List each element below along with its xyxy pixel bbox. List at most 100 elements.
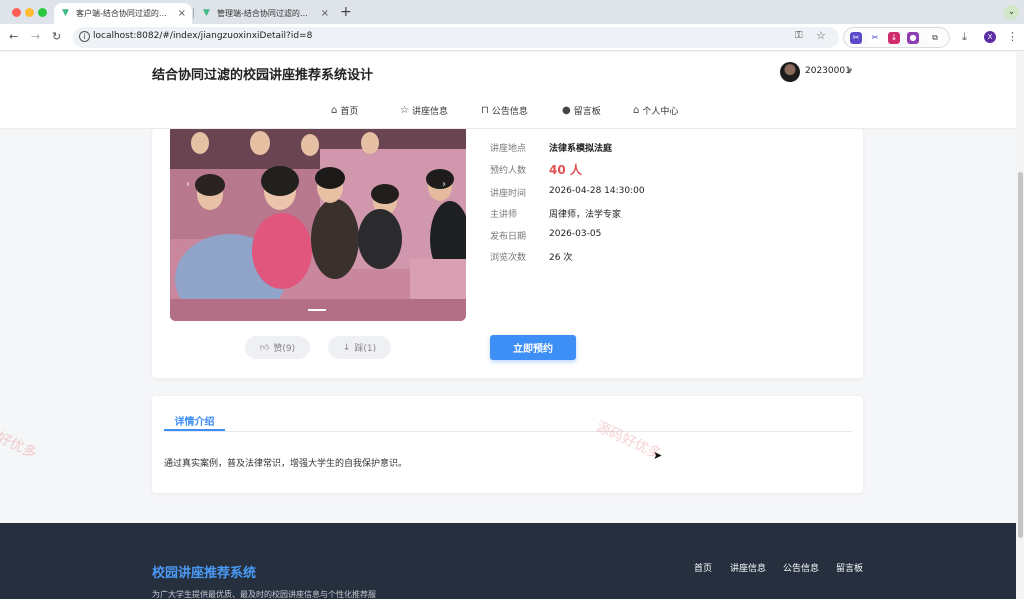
menu-kebab-icon[interactable]: ⋮ <box>1007 30 1018 43</box>
info-label: 主讲师 <box>490 210 518 220</box>
forward-arrow-icon[interactable]: → <box>31 30 40 43</box>
info-row-location: 讲座地点 法律系模拟法庭 <box>490 141 612 154</box>
site-info-icon[interactable]: i <box>79 31 90 42</box>
reserve-button[interactable]: 立即预约 <box>490 335 576 360</box>
page-scrollbar[interactable] <box>1016 52 1024 599</box>
bookmark-star-icon[interactable]: ☆ <box>816 29 826 42</box>
puzzle-extension-icon[interactable]: ⧉ <box>929 32 941 44</box>
address-bar[interactable]: i localhost:8082/#/index/jiangzuoxinxiDe… <box>73 27 839 48</box>
username[interactable]: 20230001 <box>805 66 851 76</box>
tab-title: 管理端-结合协同过滤的校园讲座推荐系统设计 <box>217 9 316 18</box>
download-extension-icon[interactable]: ↓ <box>888 32 900 44</box>
vue-logo-icon: ▼ <box>62 8 69 18</box>
reload-icon[interactable]: ↻ <box>52 30 61 43</box>
footer-link-notices[interactable]: 公告信息 <box>783 561 819 574</box>
page-viewport: 结合协同过滤的校园讲座推荐系统设计 20230001 ▼ ⌂ 首页 ☆ 讲座信息… <box>0 52 1016 599</box>
new-tab-icon[interactable]: + <box>340 4 352 20</box>
bag-icon: ⊓ <box>481 105 489 116</box>
detail-card: 详情介绍 通过真实案例，普及法律常识，增强大学生的自我保护意识。 <box>152 396 863 493</box>
nav-item-label: 公告信息 <box>491 107 528 117</box>
avatar-extension-icon[interactable]: ● <box>907 32 919 44</box>
info-value: 法律系模拟法庭 <box>549 144 613 154</box>
caret-down-icon[interactable]: ▼ <box>847 67 852 75</box>
nav-item-home[interactable]: ⌂ 首页 <box>331 104 358 117</box>
info-row-time: 讲座时间 2026-04-28 14:30:00 <box>490 186 645 199</box>
lecture-detail-card: ‹ › 讲座地点 法律系模拟法庭 预约人数 40 人 讲座时间 2026-04-… <box>152 129 863 378</box>
footer-description: 为广大学生提供最优质、最及时的校园讲座信息与个性化推荐服 <box>152 590 376 599</box>
profile-avatar[interactable]: X <box>984 31 996 43</box>
lecture-photo-carousel[interactable]: ‹ › <box>170 129 466 321</box>
key-icon[interactable]: ⚿ <box>795 30 803 41</box>
close-icon[interactable]: × <box>178 8 186 19</box>
nav-item-profile[interactable]: ⌂ 个人中心 <box>633 104 678 117</box>
cut-extension-icon[interactable]: ✂ <box>869 32 881 44</box>
nav-item-label: 首页 <box>340 107 359 117</box>
arrow-down-icon: ↓ <box>342 342 351 353</box>
info-label: 浏览次数 <box>490 253 527 263</box>
browser-toolbar: ← → ↻ i localhost:8082/#/index/jiangzuox… <box>0 24 1024 51</box>
house-icon: ⌂ <box>633 105 640 116</box>
site-title: 结合协同过滤的校园讲座推荐系统设计 <box>152 68 374 83</box>
info-label: 讲座地点 <box>490 144 527 154</box>
downloads-icon[interactable]: ⤓ <box>962 30 967 44</box>
nav-item-label: 个人中心 <box>642 107 679 117</box>
carousel-indicator[interactable] <box>308 309 326 311</box>
vue-logo-icon: ▼ <box>203 8 210 18</box>
site-header: 结合协同过滤的校园讲座推荐系统设计 20230001 ▼ <box>0 52 1016 92</box>
info-row-speaker: 主讲师 周律师，法学专家 <box>490 207 621 220</box>
scrollbar-thumb[interactable] <box>1018 172 1023 538</box>
nav-item-label: 留言板 <box>573 107 601 117</box>
browser-tab-client[interactable]: ▼ 客户端-结合协同过滤的校园讲座推荐系统设计 × <box>54 3 192 24</box>
nav-item-label: 讲座信息 <box>411 107 448 117</box>
window-close-button[interactable] <box>12 8 21 17</box>
info-row-views: 浏览次数 26 次 <box>490 250 572 263</box>
tab-separator <box>193 8 194 18</box>
tab-detail-intro[interactable]: 详情介绍 <box>164 413 225 428</box>
star-icon: ☆ <box>400 105 409 116</box>
like-button[interactable]: 👍︎ 赞(9) <box>245 336 310 359</box>
main-nav: ⌂ 首页 ☆ 讲座信息 ⊓ 公告信息 ● 留言板 ⌂ 个人中心 <box>0 92 1016 129</box>
info-label: 预约人数 <box>490 166 527 176</box>
info-icon: ● <box>562 105 571 116</box>
site-footer: 校园讲座推荐系统 为广大学生提供最优质、最及时的校园讲座信息与个性化推荐服 首页… <box>0 523 1016 599</box>
carousel-prev-icon[interactable]: ‹ <box>186 179 190 190</box>
carousel-next-icon[interactable]: › <box>442 179 446 190</box>
info-label: 讲座时间 <box>490 189 527 199</box>
footer-link-lectures[interactable]: 讲座信息 <box>730 561 766 574</box>
home-icon: ⌂ <box>331 105 338 116</box>
browser-tab-admin[interactable]: ▼ 管理端-结合协同过滤的校园讲座推荐系统设计 × <box>195 3 335 24</box>
info-value: 40 人 <box>549 163 582 177</box>
mouse-pointer-icon: ➤ <box>653 449 663 462</box>
browser-tab-strip: ▼ 客户端-结合协同过滤的校园讲座推荐系统设计 × ▼ 管理端-结合协同过滤的校… <box>0 0 1024 24</box>
close-icon[interactable]: × <box>321 8 329 19</box>
like-label: 赞(9) <box>273 344 296 354</box>
back-arrow-icon[interactable]: ← <box>9 30 18 43</box>
url-text[interactable]: localhost:8082/#/index/jiangzuoxinxiDeta… <box>93 31 312 41</box>
thumbs-up-icon: 👍︎ <box>259 342 270 353</box>
dislike-button[interactable]: ↓ 踩(1) <box>328 336 391 359</box>
info-value: 26 次 <box>549 253 573 263</box>
info-value: 2026-03-05 <box>549 229 602 239</box>
nav-item-messages[interactable]: ● 留言板 <box>562 104 601 117</box>
user-avatar[interactable] <box>780 62 800 82</box>
tab-search-chevron-icon[interactable]: ⌄ <box>1004 5 1019 20</box>
dislike-label: 踩(1) <box>354 344 377 354</box>
info-value: 周律师，法学专家 <box>549 210 622 220</box>
scissors-extension-icon[interactable]: ✂ <box>850 32 862 44</box>
info-row-reservations: 预约人数 40 人 <box>490 161 582 178</box>
nav-item-notices[interactable]: ⊓ 公告信息 <box>481 104 528 117</box>
lecture-audience-photo <box>170 129 466 321</box>
detail-content: 通过真实案例，普及法律常识，增强大学生的自我保护意识。 <box>164 459 408 469</box>
window-zoom-button[interactable] <box>38 8 47 17</box>
watermark: 好优多 <box>0 429 39 463</box>
window-minimize-button[interactable] <box>25 8 34 17</box>
tab-title: 客户端-结合协同过滤的校园讲座推荐系统设计 <box>76 9 173 18</box>
info-row-publish-date: 发布日期 2026-03-05 <box>490 229 601 242</box>
extensions-group: ✂ ✂ ↓ ● ⧉ <box>843 27 950 48</box>
footer-link-messages[interactable]: 留言板 <box>836 561 863 574</box>
footer-title: 校园讲座推荐系统 <box>152 566 257 581</box>
nav-item-lectures[interactable]: ☆ 讲座信息 <box>400 104 448 117</box>
info-value: 2026-04-28 14:30:00 <box>549 186 645 196</box>
info-label: 发布日期 <box>490 232 527 242</box>
footer-link-home[interactable]: 首页 <box>694 561 712 574</box>
